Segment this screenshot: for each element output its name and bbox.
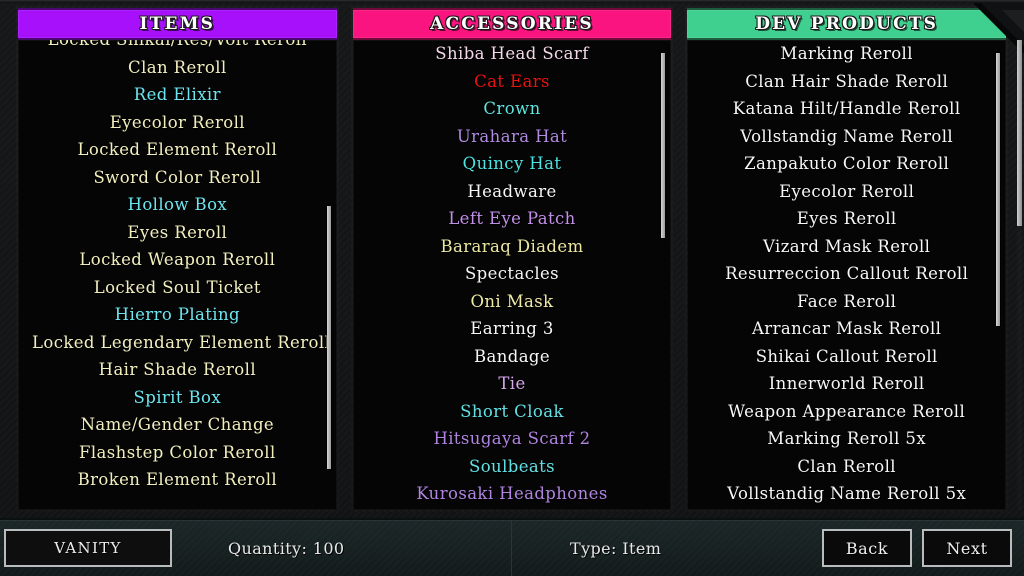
panel-list-items[interactable]: Locked Shikai/Res/Volt RerollClan Reroll… <box>18 40 337 510</box>
page-scrollbar-thumb[interactable] <box>1017 40 1022 226</box>
list-item[interactable]: Bararaq Diadem <box>367 233 658 261</box>
next-button[interactable]: Next <box>922 529 1012 567</box>
list-item[interactable]: Arrancar Mask Reroll <box>701 315 992 343</box>
list-item[interactable]: Spectacles <box>367 260 658 288</box>
list-item[interactable]: Vizard Mask Reroll <box>701 233 992 261</box>
list-item[interactable]: Eyes Reroll <box>32 219 323 247</box>
list-item[interactable]: Vollstandig Name Reroll <box>701 123 992 151</box>
list-item[interactable]: Face Reroll <box>701 288 992 316</box>
category-columns: ITEMS Locked Shikai/Res/Volt RerollClan … <box>0 6 1024 518</box>
bottom-bar-right: Type: Item Back Next <box>512 520 1024 576</box>
list-item[interactable]: Short Cloak <box>367 398 658 426</box>
item-list-dev-products: Marking Reroll Clan Hair Shade Reroll Kata… <box>687 40 1006 508</box>
list-item[interactable]: Broken Element Reroll <box>32 466 323 494</box>
list-item[interactable]: Locked Shikai/Res/Volt Reroll <box>32 40 323 54</box>
list-item[interactable]: Locked Weapon Reroll <box>32 246 323 274</box>
list-item[interactable]: Vollstandig Name Reroll 5x <box>701 480 992 508</box>
panel-list-accessories[interactable]: Shiba Head Scarf Cat Ears Crown Urahara Hat… <box>352 40 672 510</box>
scrollbar-accessories[interactable] <box>661 44 666 506</box>
scrollbar-items[interactable] <box>326 44 331 506</box>
list-item[interactable]: Hollow Box <box>32 191 323 219</box>
page-scrollbar[interactable] <box>1017 40 1022 510</box>
list-item[interactable]: Locked Soul Ticket <box>32 274 323 302</box>
list-item[interactable]: Weapon Appearance Reroll <box>701 398 992 426</box>
list-item[interactable]: Shiba Head Scarf <box>367 40 658 68</box>
list-item[interactable]: Oni Mask <box>367 288 658 316</box>
item-list-accessories: Shiba Head Scarf Cat Ears Crown Urahara Hat… <box>353 40 672 508</box>
list-item[interactable]: Locked Element Reroll <box>32 136 323 164</box>
back-button[interactable]: Back <box>822 529 912 567</box>
list-item[interactable]: Zanpakuto Color Reroll <box>701 150 992 178</box>
list-item[interactable]: Katana Hilt/Handle Reroll <box>701 95 992 123</box>
panel-title-items: ITEMS <box>139 14 216 34</box>
panel-header-dev-products: DEV PRODUCTS <box>687 8 1007 40</box>
list-item[interactable]: Eyecolor Reroll <box>701 178 992 206</box>
panel-items: ITEMS Locked Shikai/Res/Volt RerollClan … <box>16 6 339 512</box>
panel-header-items: ITEMS <box>18 8 337 40</box>
list-item[interactable]: Flashstep Color Reroll <box>32 439 323 467</box>
list-item[interactable]: Quincy Hat <box>367 150 658 178</box>
list-item[interactable]: Marking Reroll <box>701 40 992 68</box>
list-item[interactable]: Clan Hair Shade Reroll <box>701 68 992 96</box>
list-item[interactable]: Hair Shade Reroll <box>32 356 323 384</box>
list-item[interactable]: Earring 3 <box>367 315 658 343</box>
bottom-bar-left: VANITY Quantity: 100 <box>0 520 512 576</box>
list-item[interactable]: Left Eye Patch <box>367 205 658 233</box>
list-item[interactable]: Shikai Callout Reroll <box>701 343 992 371</box>
panel-title-accessories: ACCESSORIES <box>430 14 594 34</box>
list-item[interactable]: Red Elixir <box>32 81 323 109</box>
list-item[interactable]: Soulbeats <box>367 453 658 481</box>
scrollbar-thumb-items[interactable] <box>326 205 331 470</box>
list-item[interactable]: Cat Ears <box>367 68 658 96</box>
list-item[interactable]: Kurosaki Headphones <box>367 480 658 508</box>
list-item[interactable]: Sword Color Reroll <box>32 164 323 192</box>
list-item[interactable]: Marking Reroll 5x <box>701 425 992 453</box>
list-item[interactable]: Name/Gender Change <box>32 411 323 439</box>
list-item[interactable]: Tie <box>367 370 658 398</box>
bottom-bar: VANITY Quantity: 100 Type: Item Back Nex… <box>0 518 1024 576</box>
list-item[interactable]: Crown <box>367 95 658 123</box>
list-item[interactable]: Innerworld Reroll <box>701 370 992 398</box>
panel-accessories: ACCESSORIES Shiba Head Scarf Cat Ears Crow… <box>350 6 674 512</box>
list-item[interactable]: Resurreccion Callout Reroll <box>701 260 992 288</box>
quantity-label: Quantity: 100 <box>228 538 345 558</box>
list-item[interactable]: Headware <box>367 178 658 206</box>
list-item[interactable]: Spirit Box <box>32 384 323 412</box>
list-item[interactable]: Bandage <box>367 343 658 371</box>
list-item[interactable]: Eyecolor Reroll <box>32 109 323 137</box>
item-list-items: Locked Shikai/Res/Volt RerollClan Reroll… <box>18 40 337 494</box>
list-item[interactable]: Locked Legendary Element Reroll <box>32 329 330 357</box>
list-item[interactable]: Hierro Plating <box>32 301 323 329</box>
pagination-controls: Back Next <box>822 529 1024 567</box>
panel-dev-products: DEV PRODUCTS Marking Reroll Clan Hair Sha… <box>685 6 1009 512</box>
list-item[interactable]: Eyes Reroll <box>701 205 992 233</box>
panel-title-dev-products: DEV PRODUCTS <box>755 14 939 34</box>
scrollbar-dev-products[interactable] <box>996 44 1001 506</box>
shop-window: ITEMS Locked Shikai/Res/Volt RerollClan … <box>0 0 1024 576</box>
list-item[interactable]: Hitsugaya Scarf 2 <box>367 425 658 453</box>
scrollbar-thumb-accessories[interactable] <box>661 53 666 239</box>
list-item[interactable]: Clan Reroll <box>32 54 323 82</box>
vanity-button[interactable]: VANITY <box>4 529 172 567</box>
type-label: Type: Item <box>570 538 662 558</box>
panel-list-dev-products[interactable]: Marking Reroll Clan Hair Shade Reroll Kata… <box>687 40 1007 510</box>
list-item[interactable]: Clan Reroll <box>701 453 992 481</box>
panel-header-accessories: ACCESSORIES <box>352 8 672 40</box>
scrollbar-thumb-dev-products[interactable] <box>996 53 1001 326</box>
list-item[interactable]: Urahara Hat <box>367 123 658 151</box>
